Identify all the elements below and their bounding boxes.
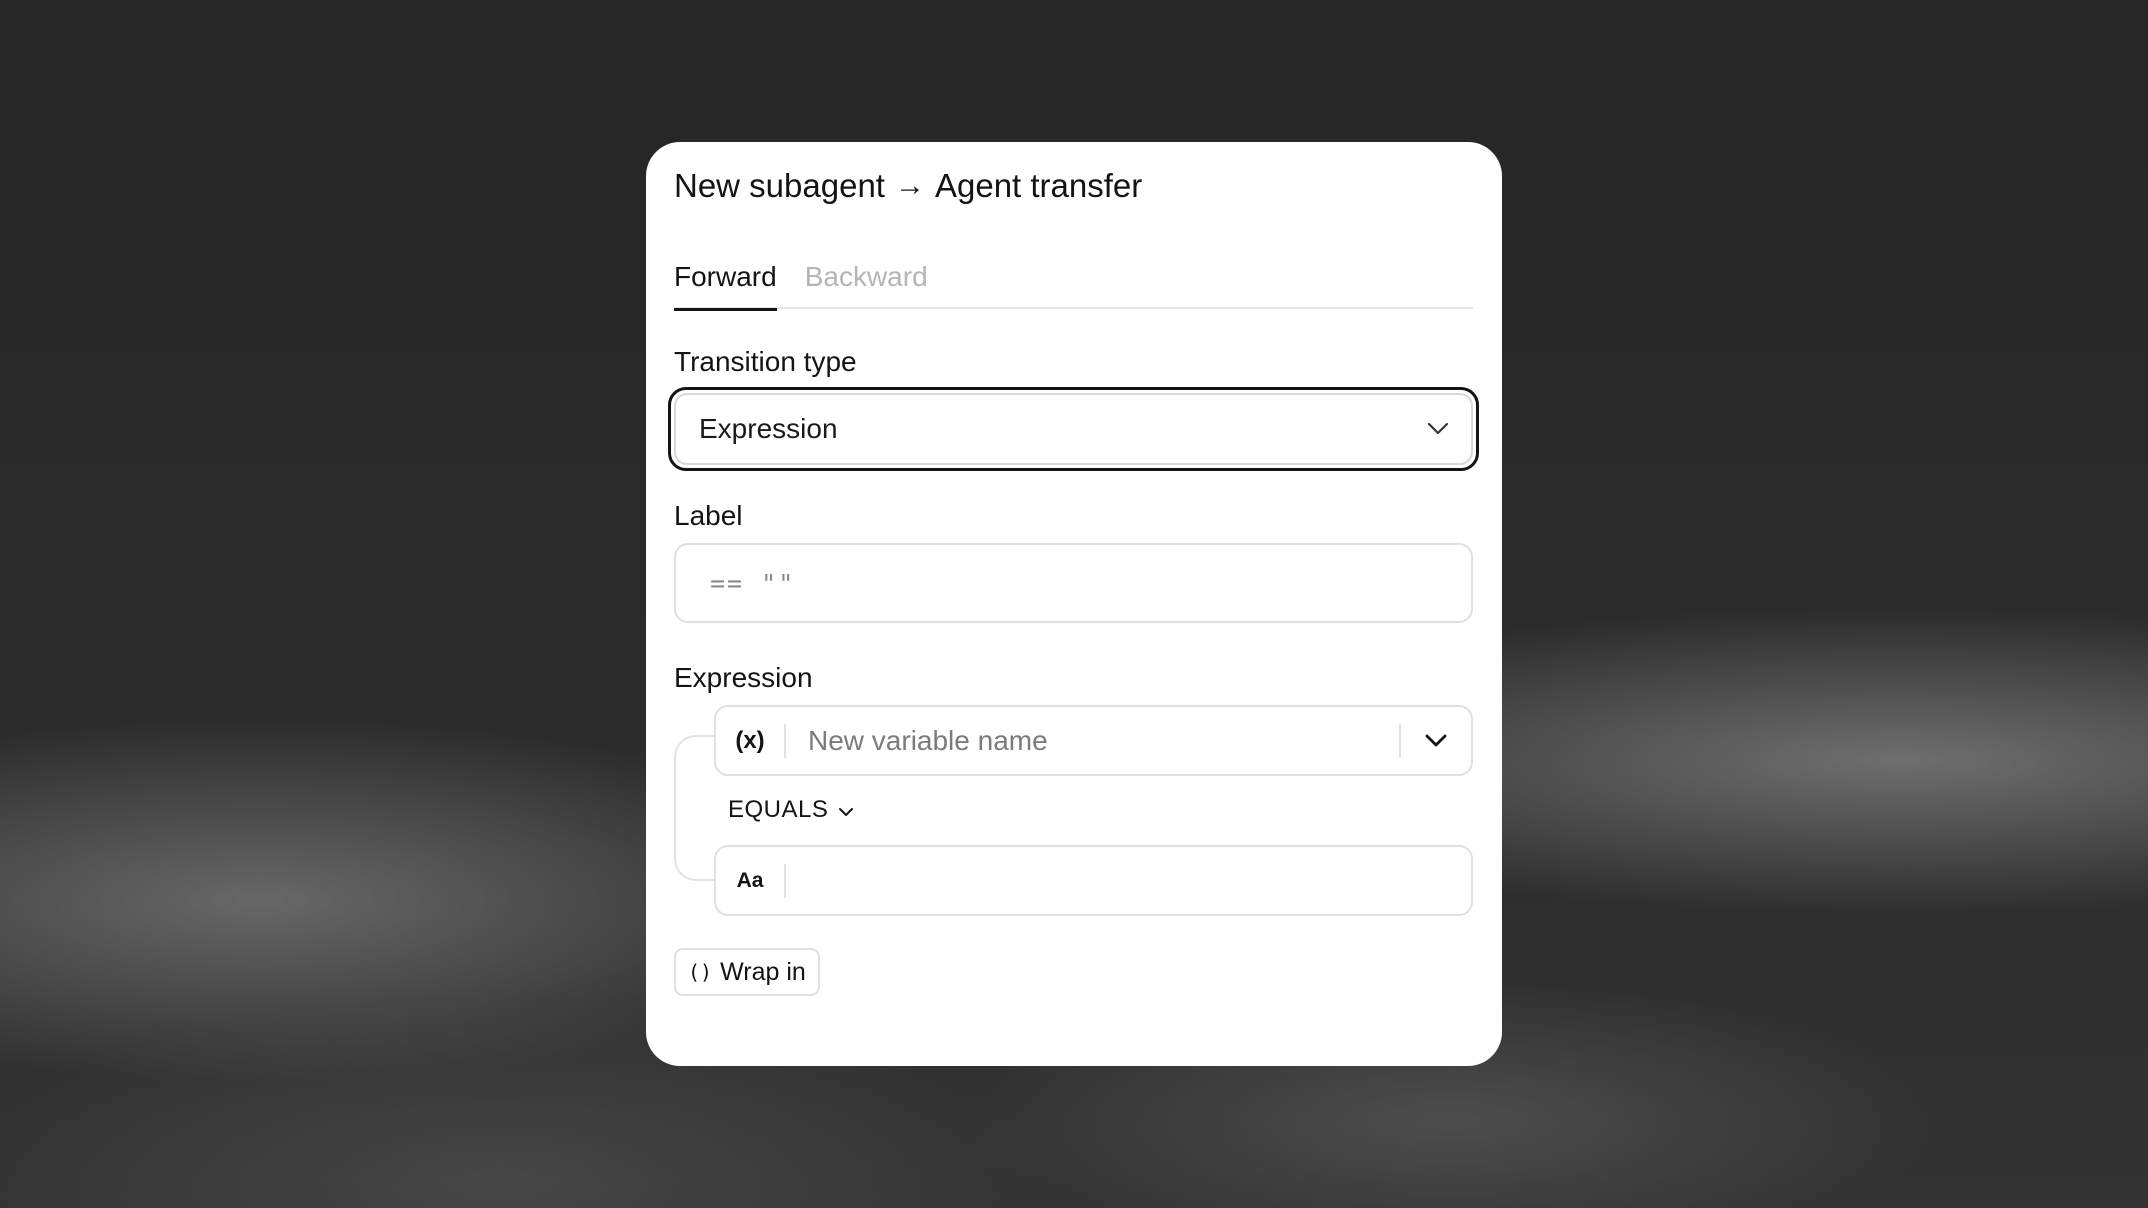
divider <box>784 863 786 898</box>
transition-type-select-box: Expression <box>674 393 1473 465</box>
edge-settings-dialog: New subagent → Agent transfer Forward Ba… <box>646 142 1502 1066</box>
tab-forward[interactable]: Forward <box>674 261 777 311</box>
parentheses-icon: () <box>688 960 713 984</box>
direction-tabs: Forward Backward <box>674 261 1473 311</box>
expression-label: Expression <box>674 662 813 693</box>
transition-type-select[interactable]: Expression <box>668 387 1479 471</box>
variable-x-icon: (x) <box>735 726 765 754</box>
dialog-title: New subagent → Agent transfer <box>674 164 1473 208</box>
expression-group-bracket <box>674 735 718 881</box>
operator-select[interactable]: EQUALS <box>728 793 854 827</box>
wrap-in-label: Wrap in <box>720 957 806 986</box>
transition-type-label: Transition type <box>674 346 857 377</box>
transition-type-value: Expression <box>699 413 838 444</box>
label-field-label: Label <box>674 500 743 531</box>
chevron-down-icon <box>1427 422 1449 436</box>
label-input-placeholder: == "" <box>710 568 796 598</box>
text-type-icon: Aa <box>736 868 764 892</box>
value-input[interactable]: Aa <box>714 845 1473 916</box>
wrap-in-button[interactable]: () Wrap in <box>674 948 820 996</box>
operator-label: EQUALS <box>728 796 829 823</box>
tab-backward[interactable]: Backward <box>805 261 928 309</box>
variable-select[interactable]: (x) New variable name <box>714 705 1473 776</box>
label-input[interactable]: == "" <box>674 543 1473 623</box>
title-source: New subagent <box>674 167 885 204</box>
expression-builder: (x) New variable name EQUALS Aa <box>674 705 1473 929</box>
arrow-right-icon: → <box>894 169 925 202</box>
chevron-down-icon <box>838 796 854 824</box>
variable-name-placeholder: New variable name <box>808 724 1048 756</box>
chevron-down-icon[interactable] <box>1401 734 1471 748</box>
title-target: Agent transfer <box>934 167 1143 204</box>
